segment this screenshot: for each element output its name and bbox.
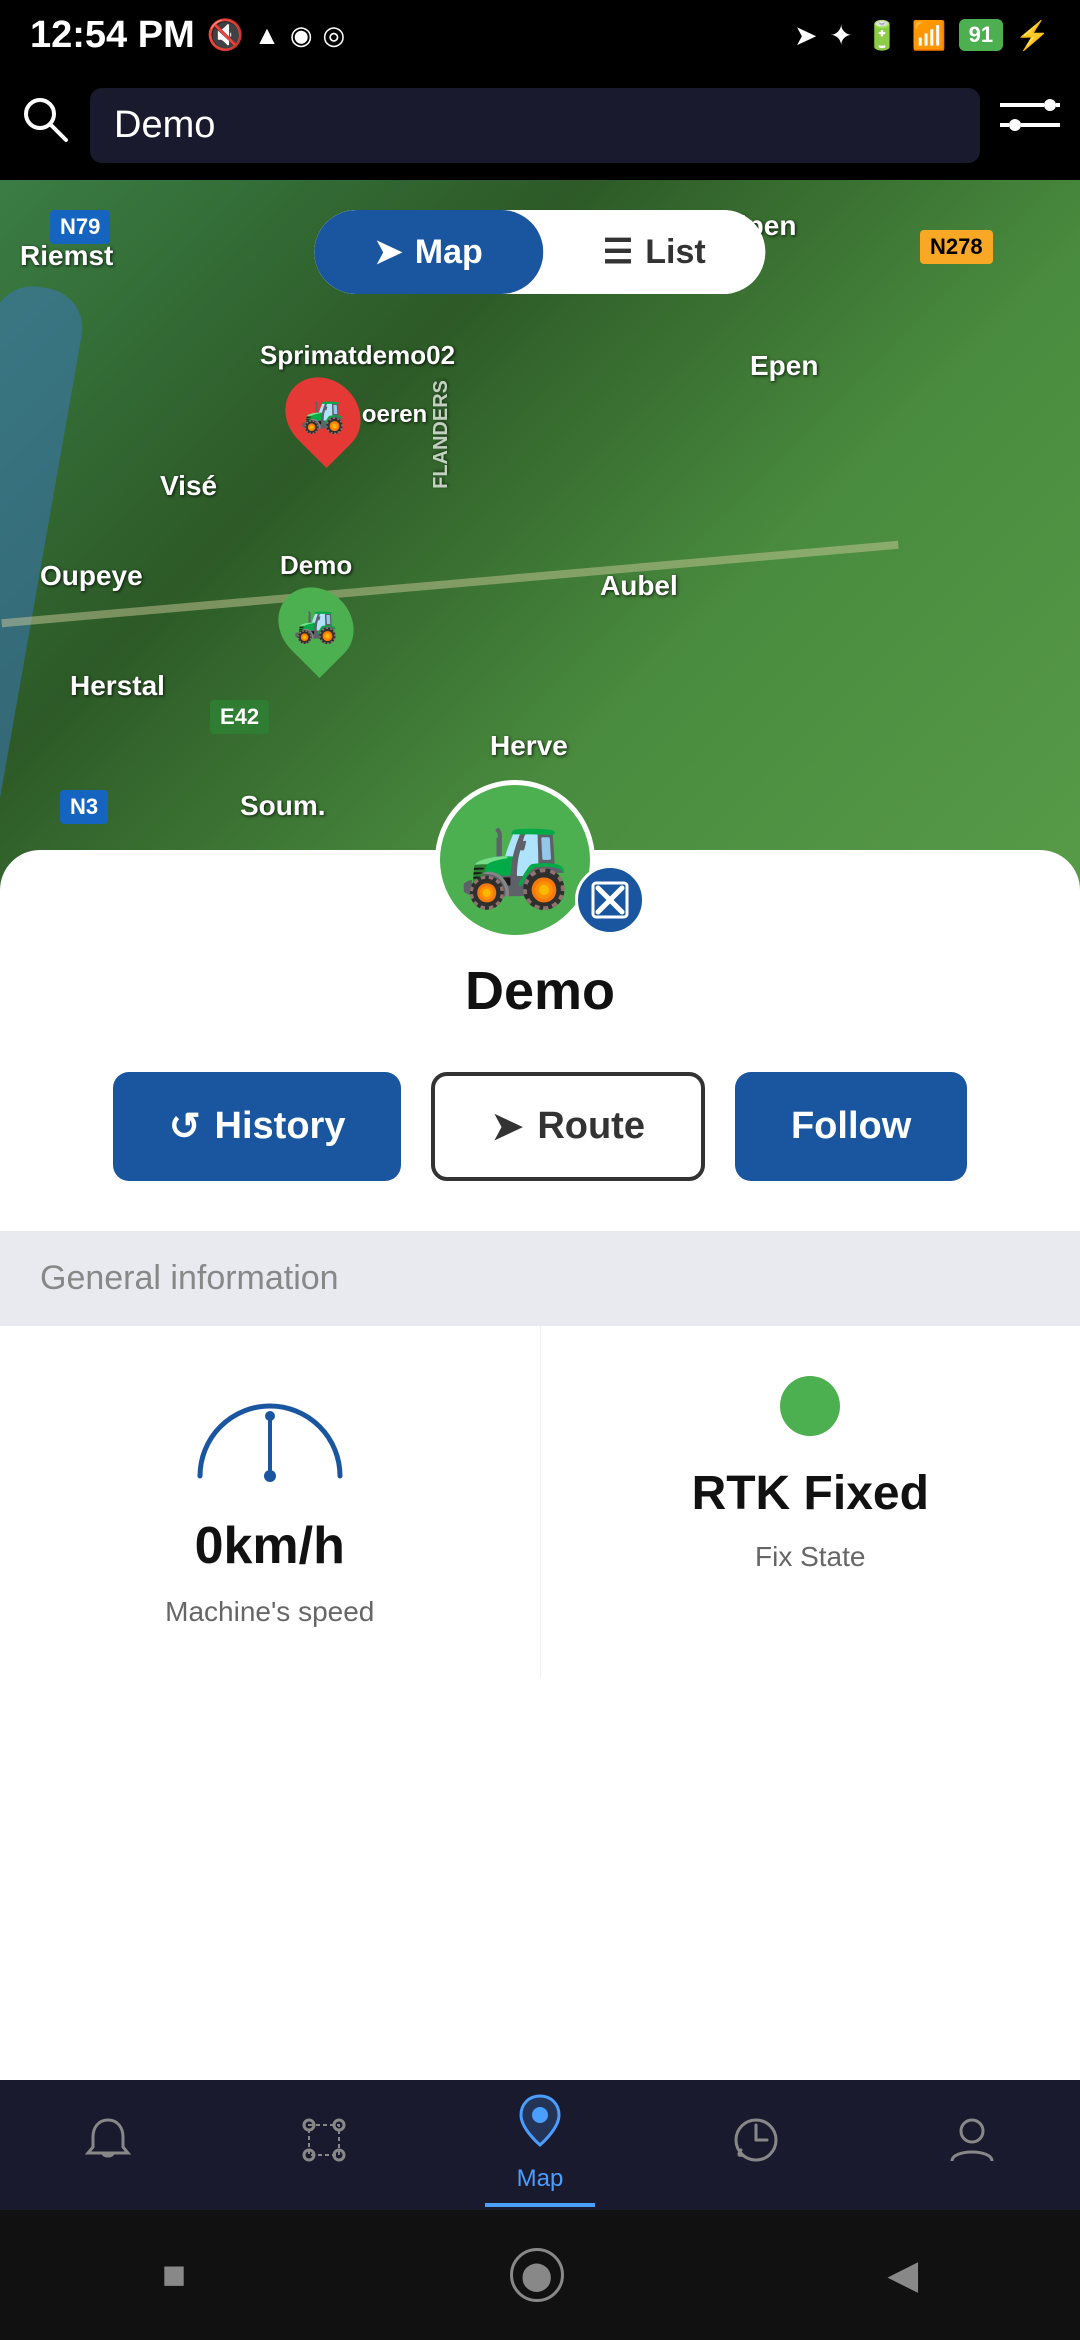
map-tab-button[interactable]: ➤ Map (314, 210, 543, 294)
avatar-area: 🚜 (435, 780, 645, 940)
list-tab-icon: ☰ (603, 232, 633, 272)
route-button[interactable]: ➤ Route (431, 1072, 705, 1181)
history-button[interactable]: ↺ History (113, 1072, 402, 1181)
battery-alert-icon: 🔋 (865, 19, 900, 52)
nav-item-geofence[interactable] (269, 2105, 379, 2186)
avatar: 🚜 (435, 780, 595, 940)
road-sign-n278: N278 (920, 230, 993, 264)
road-sign-n79: N79 (50, 210, 110, 244)
square-button[interactable]: ■ (162, 2253, 186, 2298)
city-label-herve: Herve (490, 730, 568, 762)
nav-item-profile[interactable] (917, 2105, 1027, 2186)
city-label-epen: Epen (750, 350, 818, 382)
speed-label: Machine's speed (165, 1596, 374, 1628)
map-tab-icon: ➤ (374, 232, 403, 272)
city-label-oupeye: Oupeye (40, 560, 143, 592)
list-tab-label: List (645, 233, 705, 272)
rtk-value: RTK Fixed (692, 1466, 929, 1521)
vehicle-panel: 🚜 Demo ↺ History ➤ Route Follow (0, 850, 1080, 2080)
back-button[interactable]: ◀ (887, 2252, 918, 2298)
road-sign-e42: E42 (210, 700, 269, 734)
nav-map-label: Map (517, 2165, 564, 2193)
bluetooth-icon: ✦ (829, 19, 852, 52)
marker-label-demo: Demo (280, 550, 352, 581)
panel-content: Demo ↺ History ➤ Route Follow General in… (0, 850, 1080, 1708)
city-label-vise: Visé (160, 470, 217, 502)
search-bar (0, 70, 1080, 180)
avatar-status-badge (575, 865, 645, 935)
person-icon (947, 2115, 997, 2176)
bell-icon (83, 2115, 133, 2176)
route-label: Route (537, 1105, 645, 1148)
nav-icon: ▲ (254, 20, 280, 51)
rtk-label: Fix State (755, 1541, 865, 1573)
city-label-soum: Soum. (240, 790, 326, 822)
general-info-header: General information (0, 1231, 1080, 1326)
clock-icon (731, 2115, 781, 2176)
search-input[interactable] (90, 88, 980, 163)
nav-item-map[interactable]: Map (485, 2083, 595, 2207)
battery-level: 91 (959, 19, 1003, 51)
nav-item-alerts[interactable] (53, 2105, 163, 2186)
history-icon: ↺ (169, 1104, 201, 1149)
list-tab-button[interactable]: ☰ List (543, 210, 766, 294)
search-icon (20, 94, 70, 156)
rtk-card: RTK Fixed Fix State (541, 1326, 1080, 1678)
android-nav: ■ ⬤ ◀ (0, 2210, 1080, 2340)
city-label-riemst: Riemst (20, 240, 113, 272)
charging-icon: ⚡ (1015, 19, 1050, 52)
map-list-toggle: ➤ Map ☰ List (314, 210, 765, 294)
marker-demo[interactable]: Demo 🚜 (280, 550, 352, 665)
circle2-icon: ◎ (323, 20, 346, 51)
city-label-aubel: Aubel (600, 570, 678, 602)
city-label-herstal: Herstal (70, 670, 165, 702)
map-tab-label: Map (415, 233, 483, 272)
marker-label-sprimatdemo02: Sprimatdemo02 (260, 340, 455, 371)
general-info-title: General information (40, 1259, 339, 1297)
speed-value: 0km/h (195, 1516, 345, 1576)
status-time: 12:54 PM (30, 14, 195, 57)
filter-icon[interactable] (1000, 95, 1060, 156)
shape-icon (299, 2115, 349, 2176)
follow-button[interactable]: Follow (735, 1072, 967, 1181)
road-sign-n3: N3 (60, 790, 108, 824)
status-bar: 12:54 PM 🔇 ▲ ◉ ◎ ➤ ✦ 🔋 📶 91 ⚡ (0, 0, 1080, 70)
vehicle-name: Demo (40, 960, 1040, 1022)
speed-card: 0km/h Machine's speed (0, 1326, 541, 1678)
follow-label: Follow (791, 1105, 911, 1148)
location-icon: ➤ (794, 19, 817, 52)
marker-sprimatdemo02[interactable]: Sprimatdemo02 🚜 oeren (260, 340, 455, 455)
route-icon: ➤ (491, 1104, 523, 1149)
history-label: History (215, 1105, 346, 1148)
nav-item-history[interactable] (701, 2105, 811, 2186)
mute-icon: 🔇 (207, 18, 244, 53)
wifi-icon: 📶 (912, 19, 947, 52)
circle-button[interactable]: ⬤ (510, 2248, 564, 2302)
info-cards: 0km/h Machine's speed RTK Fixed Fix Stat… (0, 1326, 1080, 1678)
rtk-status-dot (780, 1376, 840, 1436)
speedometer-icon (180, 1376, 360, 1496)
action-buttons: ↺ History ➤ Route Follow (40, 1072, 1040, 1181)
circle-icon: ◉ (290, 20, 313, 51)
map-pin-icon (515, 2093, 565, 2159)
bottom-nav: Map (0, 2080, 1080, 2210)
